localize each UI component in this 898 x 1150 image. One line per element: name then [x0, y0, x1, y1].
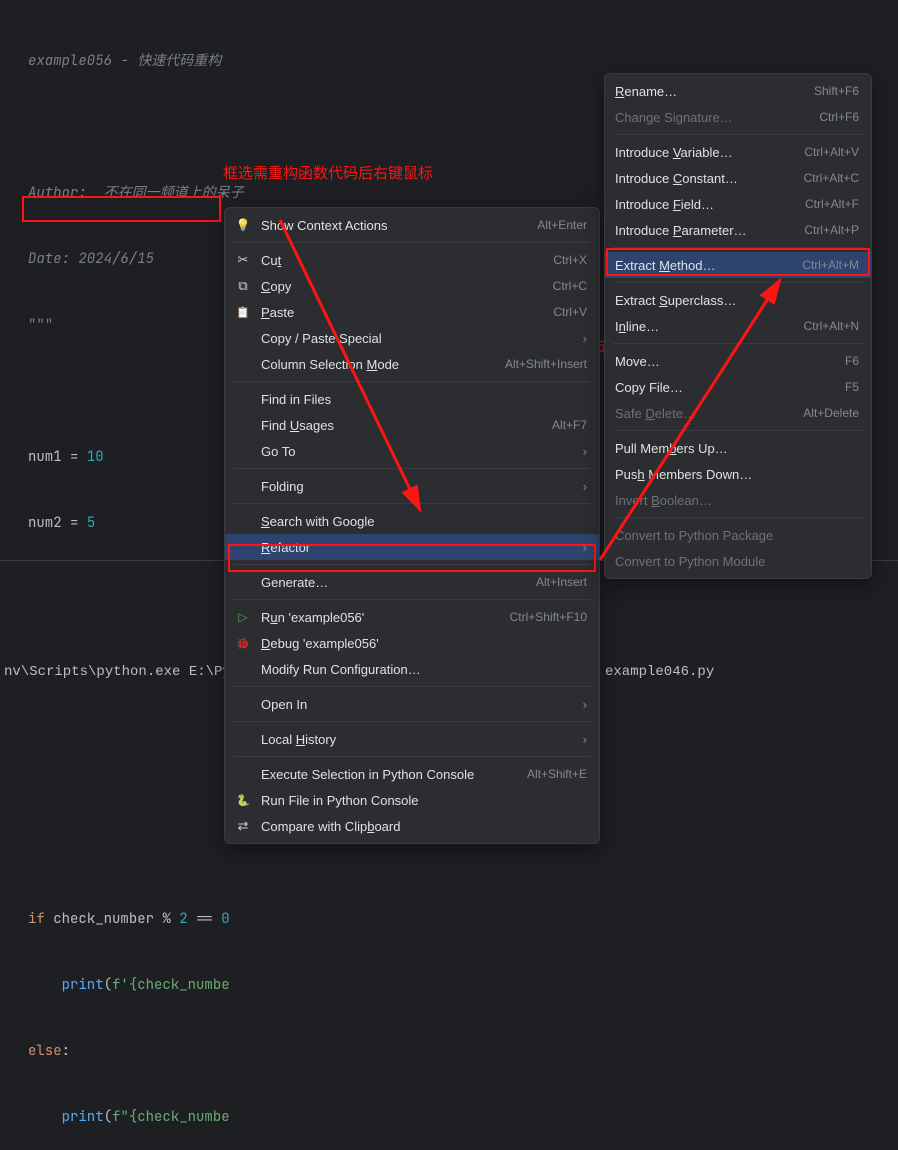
menu-exec-selection[interactable]: Execute Selection in Python ConsoleAlt+S…: [225, 761, 599, 787]
menu-copy-file[interactable]: Copy File…F5: [605, 374, 871, 400]
bug-icon: [235, 635, 251, 651]
context-menu: Show Context ActionsAlt+Enter CutCtrl+X …: [224, 207, 600, 844]
highlight-refactor: [228, 544, 596, 572]
play-icon: [235, 609, 251, 625]
menu-copy[interactable]: CopyCtrl+C: [225, 273, 599, 299]
menu-debug[interactable]: Debug 'example056': [225, 630, 599, 656]
menu-folding[interactable]: Folding›: [225, 473, 599, 499]
menu-rename[interactable]: Rename…Shift+F6: [605, 78, 871, 104]
menu-cut[interactable]: CutCtrl+X: [225, 247, 599, 273]
menu-find-in-files[interactable]: Find in Files: [225, 386, 599, 412]
clipboard-icon: [235, 304, 251, 320]
menu-find-usages[interactable]: Find UsagesAlt+F7: [225, 412, 599, 438]
menu-convert-module: Convert to Python Module: [605, 548, 871, 574]
comment: Date: 2024/6/15: [28, 250, 154, 268]
comment: example056 - 快速代码重构: [28, 52, 221, 70]
menu-change-signature: Change Signature…Ctrl+F6: [605, 104, 871, 130]
copy-icon: [235, 278, 251, 294]
menu-safe-delete: Safe Delete…Alt+Delete: [605, 400, 871, 426]
menu-introduce-field[interactable]: Introduce Field…Ctrl+Alt+F: [605, 191, 871, 217]
menu-inline[interactable]: Inline…Ctrl+Alt+N: [605, 313, 871, 339]
scissors-icon: [235, 252, 251, 268]
menu-push-members-down[interactable]: Push Members Down…: [605, 461, 871, 487]
menu-generate[interactable]: Generate…Alt+Insert: [225, 569, 599, 595]
menu-introduce-constant[interactable]: Introduce Constant…Ctrl+Alt+C: [605, 165, 871, 191]
menu-local-history[interactable]: Local History›: [225, 726, 599, 752]
menu-paste[interactable]: PasteCtrl+V: [225, 299, 599, 325]
menu-invert-boolean: Invert Boolean…: [605, 487, 871, 513]
menu-convert-package: Convert to Python Package: [605, 522, 871, 548]
menu-introduce-parameter[interactable]: Introduce Parameter…Ctrl+Alt+P: [605, 217, 871, 243]
python-icon: [235, 792, 251, 808]
diff-icon: [235, 818, 251, 834]
menu-modify-run-config[interactable]: Modify Run Configuration…: [225, 656, 599, 682]
menu-search-google[interactable]: Search with Google: [225, 508, 599, 534]
highlight-selection: [22, 196, 221, 222]
menu-go-to[interactable]: Go To›: [225, 438, 599, 464]
menu-run[interactable]: Run 'example056'Ctrl+Shift+F10: [225, 604, 599, 630]
terminal-text: nv\Scripts\python.exe E:\Pyt: [0, 664, 239, 680]
docstring-end: """: [28, 316, 53, 334]
menu-open-in[interactable]: Open In›: [225, 691, 599, 717]
menu-move[interactable]: Move…F6: [605, 348, 871, 374]
refactor-submenu: Rename…Shift+F6 Change Signature…Ctrl+F6…: [604, 73, 872, 579]
menu-show-context-actions[interactable]: Show Context ActionsAlt+Enter: [225, 212, 599, 238]
menu-copy-paste-special[interactable]: Copy / Paste Special›: [225, 325, 599, 351]
menu-pull-members-up[interactable]: Pull Members Up…: [605, 435, 871, 461]
terminal-tail: example046.py: [605, 661, 714, 683]
menu-introduce-variable[interactable]: Introduce Variable…Ctrl+Alt+V: [605, 139, 871, 165]
menu-compare-clipboard[interactable]: Compare with Clipboard: [225, 813, 599, 839]
annotation-select: 框选需重构函数代码后右键鼠标: [223, 162, 433, 183]
menu-extract-superclass[interactable]: Extract Superclass…: [605, 287, 871, 313]
bulb-icon: [235, 217, 251, 233]
menu-run-file-console[interactable]: Run File in Python Console: [225, 787, 599, 813]
highlight-extract-method: [606, 248, 870, 276]
menu-column-selection[interactable]: Column Selection ModeAlt+Shift+Insert: [225, 351, 599, 377]
